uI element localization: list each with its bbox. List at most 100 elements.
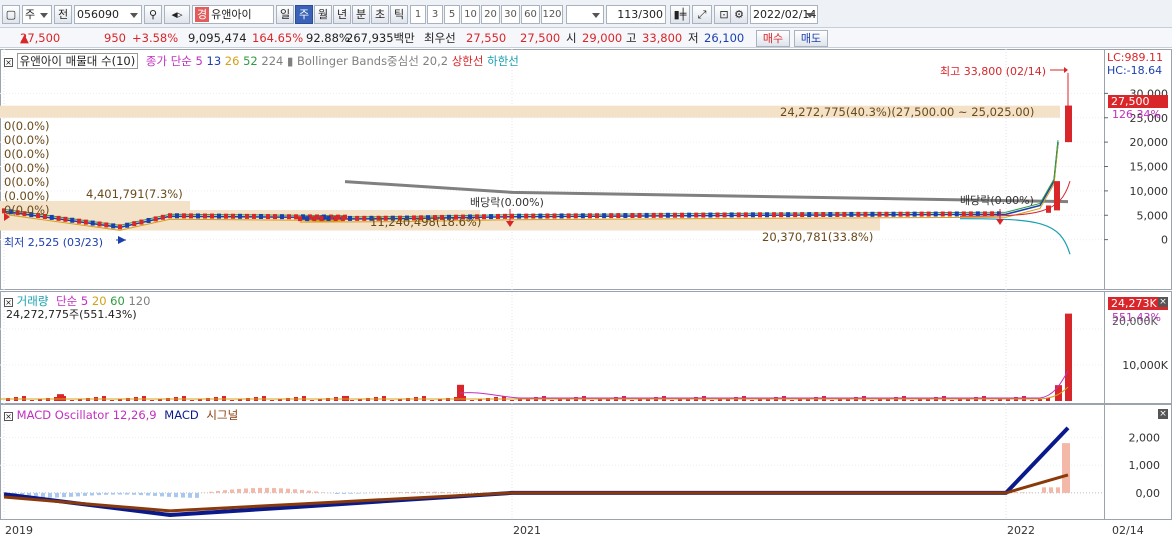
candle-6-20 bbox=[651, 212, 656, 218]
candle-6-5 bbox=[545, 213, 550, 219]
macd-pane-close-icon[interactable]: × bbox=[1158, 409, 1168, 419]
chart-svg[interactable]: 2019 2021 2022 02/14 0 5,000 10,000 15,000 20,00… bbox=[0, 49, 1172, 539]
price-ytick-label-4: 20,000 bbox=[1130, 136, 1169, 149]
candle-1-5 bbox=[153, 216, 158, 222]
candle-2-11 bbox=[245, 213, 249, 219]
period-tab-3[interactable]: 년 bbox=[333, 5, 351, 24]
scope-button[interactable]: 전 bbox=[54, 5, 72, 24]
vol-bar-small-670 bbox=[670, 400, 674, 401]
sell-button[interactable]: 매도 bbox=[794, 30, 828, 47]
osc-bar-209 bbox=[209, 491, 213, 493]
period-tab-4[interactable]: 분 bbox=[352, 5, 370, 24]
candle-0-15 bbox=[104, 222, 109, 228]
buy-button[interactable]: 매수 bbox=[756, 30, 790, 47]
bb-label: ▮ Bollinger Bands중심선 20,2 bbox=[287, 54, 449, 68]
xaxis-last-date: 02/14 bbox=[1112, 524, 1144, 537]
osc-bar-1049 bbox=[1049, 487, 1053, 493]
chart-area[interactable]: 2019 2021 2022 02/14 0 5,000 10,000 15,000 20,00… bbox=[0, 49, 1172, 539]
dividend-label-1: 배당락(0.00%) bbox=[470, 196, 544, 209]
candle-7-6 bbox=[800, 212, 805, 218]
candle-7-2 bbox=[772, 212, 777, 218]
period-tab-5[interactable]: 초 bbox=[371, 5, 389, 24]
minute-tab-7[interactable]: 120 bbox=[541, 5, 563, 24]
vol-ytick-label-0: 10,000K bbox=[1122, 359, 1168, 372]
price-legend-ma-title: 종가 단순 bbox=[145, 54, 192, 68]
axis-lc-label: LC:989.11 bbox=[1107, 51, 1164, 64]
minute-tab-2[interactable]: 5 bbox=[444, 5, 460, 24]
search-icon[interactable]: ⚲ bbox=[144, 5, 162, 24]
window-icon[interactable]: ▢ bbox=[2, 5, 20, 24]
minute-tab-5[interactable]: 30 bbox=[501, 5, 520, 24]
candle-5-12 bbox=[482, 214, 486, 220]
name-tag: 경 bbox=[195, 7, 210, 22]
high-marker-arrow bbox=[1064, 67, 1068, 73]
vol-bar-small-710 bbox=[710, 400, 714, 401]
candle-6-33 bbox=[743, 212, 748, 218]
volume-pane-close-icon[interactable]: × bbox=[1158, 297, 1168, 307]
pct-tag: 126.34% bbox=[1112, 108, 1161, 121]
candle-7-24 bbox=[926, 211, 931, 217]
candle-0-12 bbox=[83, 219, 88, 225]
candle-4-9 bbox=[362, 215, 367, 221]
candle-6-30 bbox=[722, 212, 727, 218]
candle-6-32 bbox=[736, 212, 741, 218]
candle-icon[interactable]: ▮╪ bbox=[670, 5, 690, 24]
vol-bar-small-310 bbox=[310, 400, 314, 401]
code-input[interactable]: 056090 bbox=[74, 5, 142, 24]
candle-7-31 bbox=[975, 211, 980, 217]
candle-7-18 bbox=[884, 211, 889, 217]
period-tab-0[interactable]: 일 bbox=[276, 5, 294, 24]
ma52-label: 52 bbox=[243, 54, 258, 68]
candle-4-8 bbox=[355, 215, 360, 221]
osc-bar-272 bbox=[272, 488, 276, 493]
speaker-icon[interactable]: ◂▹ bbox=[164, 5, 190, 24]
period-tab-1[interactable]: 주 bbox=[295, 5, 313, 24]
last-candle-body bbox=[1065, 105, 1072, 143]
minute-tab-3[interactable]: 10 bbox=[461, 5, 480, 24]
gear-icon[interactable]: ⚙ bbox=[730, 5, 748, 24]
candle-6-27 bbox=[701, 212, 706, 218]
candle-4-5 bbox=[333, 215, 338, 221]
close-box-icon[interactable]: × bbox=[4, 58, 13, 67]
osc-bar-1042 bbox=[1042, 487, 1046, 493]
candle-7-1 bbox=[765, 212, 770, 218]
vol-bar-small-270 bbox=[270, 400, 274, 401]
vol-bar-small-350 bbox=[350, 400, 354, 401]
osc-bar-111 bbox=[111, 492, 115, 495]
unit-select[interactable] bbox=[566, 5, 604, 24]
period-tab-6[interactable]: 틱 bbox=[390, 5, 408, 24]
candle-6-0 bbox=[510, 213, 514, 219]
change-pct: +3.58% bbox=[132, 31, 179, 45]
vol-bar-small-590 bbox=[590, 400, 594, 401]
osc-bar-76 bbox=[76, 492, 80, 497]
osc-bar-314 bbox=[314, 491, 318, 493]
draw-icon[interactable]: ⤢ bbox=[692, 5, 712, 24]
osc-bar-244 bbox=[244, 488, 248, 493]
minute-tab-1[interactable]: 3 bbox=[427, 5, 443, 24]
candle-4-4 bbox=[326, 216, 331, 222]
osc-bar-last bbox=[1062, 443, 1070, 493]
candle-2-15 bbox=[273, 214, 277, 220]
minute-tab-4[interactable]: 20 bbox=[481, 5, 500, 24]
high-marker-label: 최고 33,800 (02/14) bbox=[940, 65, 1047, 78]
close-box-icon[interactable]: × bbox=[4, 412, 13, 421]
osc-bar-307 bbox=[307, 490, 311, 493]
candle-7-16 bbox=[870, 211, 875, 217]
date-field[interactable]: 2022/02/14 bbox=[750, 5, 818, 24]
candle-6-21 bbox=[658, 212, 663, 218]
xaxis-label-0: 2019 bbox=[5, 524, 33, 537]
volume-value-label: 24,272,775주(551.43%) bbox=[6, 308, 137, 321]
market-select[interactable]: 주 bbox=[22, 5, 52, 24]
candle-6-24 bbox=[680, 212, 685, 218]
period-tab-2[interactable]: 월 bbox=[314, 5, 332, 24]
minute-tab-0[interactable]: 1 bbox=[410, 5, 426, 24]
candle-2-17 bbox=[287, 214, 291, 220]
vol-bar-1 bbox=[342, 395, 349, 401]
price-ytick-label-0: 0 bbox=[1161, 234, 1168, 247]
count-field[interactable]: 113/300 bbox=[606, 5, 666, 24]
vol-bar-small-950 bbox=[950, 400, 954, 401]
low-marker-label: 최저 2,525 (03/23) bbox=[4, 236, 104, 249]
minute-tab-6[interactable]: 60 bbox=[521, 5, 540, 24]
candle-6-10 bbox=[580, 213, 585, 219]
candle-4-6 bbox=[340, 215, 345, 221]
